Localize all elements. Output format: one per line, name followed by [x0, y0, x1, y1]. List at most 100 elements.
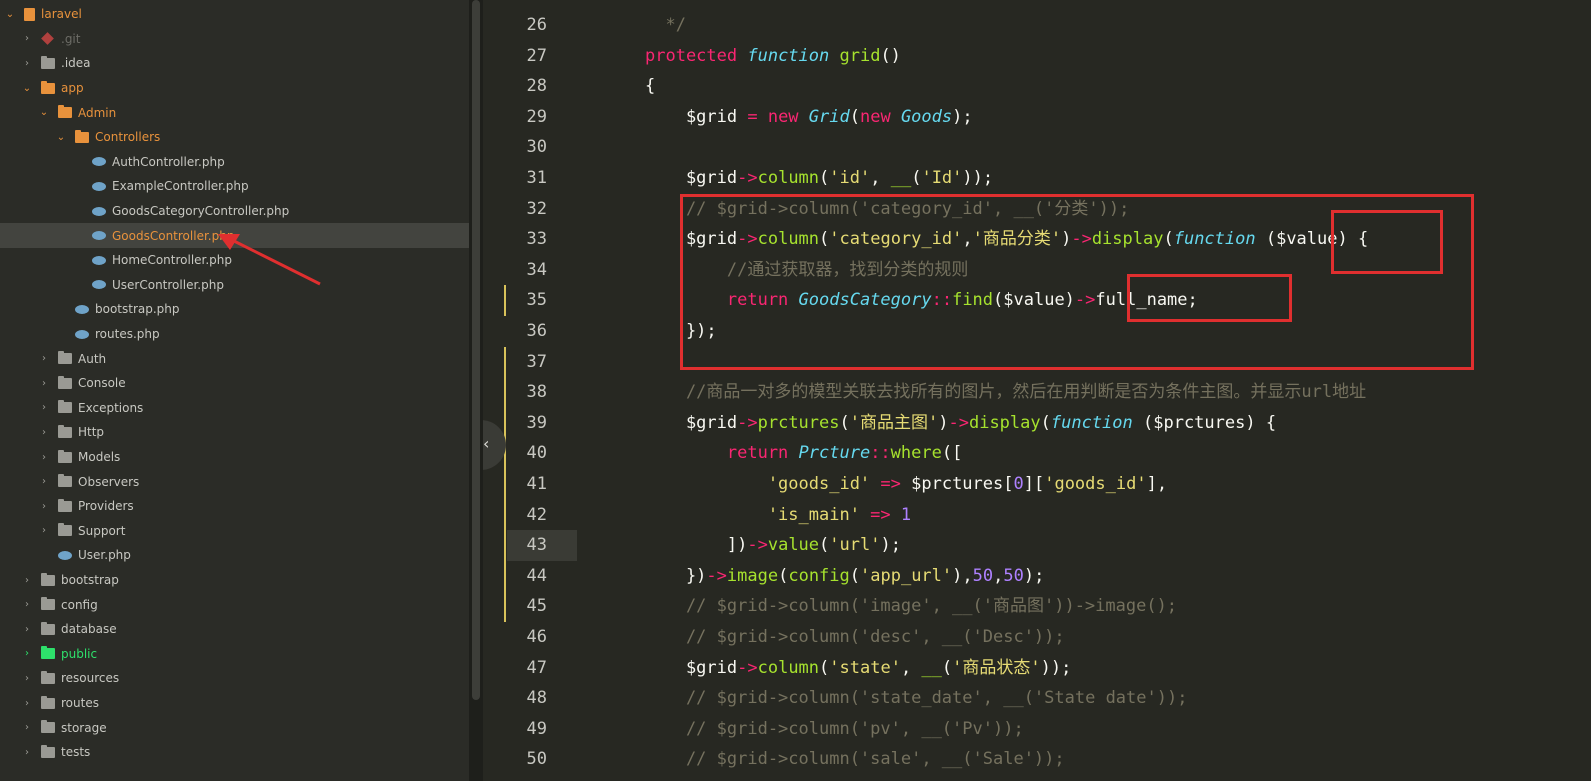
tree-item-providers[interactable]: › Providers	[0, 494, 469, 519]
code-token: 0	[1013, 474, 1024, 494]
tree-item-app[interactable]: ⌄ app	[0, 76, 469, 101]
code-line[interactable]: ])->value('url');	[645, 530, 901, 561]
tree-item-laravel[interactable]: ⌄ laravel	[0, 2, 469, 27]
code-token: = new	[747, 106, 809, 127]
chevron-right-icon[interactable]: ›	[21, 722, 33, 733]
tree-item-observers[interactable]: › Observers	[0, 469, 469, 494]
code-line[interactable]: {	[645, 71, 655, 102]
tree-item-examplecontroller-php[interactable]: ExampleController.php	[0, 174, 469, 199]
code-token: function	[747, 45, 840, 66]
tree-item-routes[interactable]: › routes	[0, 691, 469, 716]
code-token: 'state'	[829, 657, 901, 678]
code-token: '商品主图'	[849, 412, 939, 433]
tree-item-goodscategorycontroller-php[interactable]: GoodsCategoryController.php	[0, 199, 469, 224]
tree-item-resources[interactable]: › resources	[0, 666, 469, 691]
folder-icon	[58, 474, 72, 488]
code-line[interactable]: return Prcture::where([	[645, 438, 962, 469]
chevron-right-icon[interactable]: ›	[38, 427, 50, 438]
chevron-right-icon[interactable]: ›	[21, 575, 33, 586]
chevron-right-icon[interactable]: ›	[38, 476, 50, 487]
code-line[interactable]: // $grid->column('pv', __('Pv'));	[645, 714, 1024, 745]
folder-icon	[41, 572, 55, 586]
chevron-right-icon[interactable]: ›	[21, 673, 33, 684]
chevron-right-icon[interactable]: ›	[38, 501, 50, 512]
tree-item-controllers[interactable]: ⌄ Controllers	[0, 125, 469, 150]
code-token: (	[941, 657, 953, 678]
chevron-down-icon[interactable]: ⌄	[4, 9, 16, 20]
tree-item-routes-php[interactable]: routes.php	[0, 322, 469, 347]
chevron-right-icon[interactable]: ›	[21, 58, 33, 69]
tree-item-exceptions[interactable]: › Exceptions	[0, 396, 469, 421]
php-icon	[58, 550, 72, 560]
code-line[interactable]: $grid->prctures('商品主图')->display(functio…	[645, 408, 1276, 439]
chevron-down-icon[interactable]: ⌄	[38, 107, 50, 118]
chevron-right-icon[interactable]: ›	[38, 353, 50, 364]
code-token: column	[757, 657, 820, 678]
code-line[interactable]: //商品一对多的模型关联去找所有的图片，然后在用判断是否为条件主图。并显示url…	[645, 377, 1366, 408]
line-number: 42	[526, 504, 547, 525]
code-token: ->	[948, 412, 969, 433]
code-line[interactable]: // $grid->column('image', __('商品图'))->im…	[645, 591, 1177, 622]
chevron-down-icon[interactable]: ⌄	[21, 83, 33, 94]
tree-item-git[interactable]: › .git	[0, 27, 469, 52]
code-token: (	[778, 565, 789, 586]
code-line[interactable]: $grid->column('state', __('商品状态'));	[645, 653, 1071, 684]
code-line[interactable]: 'goods_id' => $prctures[0]['goods_id'],	[645, 469, 1167, 500]
tree-item-label: database	[61, 622, 117, 637]
tree-item-admin[interactable]: ⌄ Admin	[0, 100, 469, 125]
line-number: 28	[526, 76, 547, 97]
sidebar-scrollbar-thumb[interactable]	[472, 0, 480, 700]
code-line[interactable]: })->image(config('app_url'),50,50);	[645, 561, 1044, 592]
code-token: 'goods_id'	[1044, 474, 1147, 494]
chevron-right-icon[interactable]: ›	[21, 698, 33, 709]
tree-item-auth[interactable]: › Auth	[0, 346, 469, 371]
code-line[interactable]: // $grid->column('state_date', __('State…	[645, 683, 1188, 714]
code-token: 'Id'	[921, 168, 963, 188]
chevron-right-icon[interactable]: ›	[38, 452, 50, 463]
tree-item-config[interactable]: › config	[0, 592, 469, 617]
tree-item-user-php[interactable]: User.php	[0, 543, 469, 568]
tree-item-public[interactable]: › public	[0, 642, 469, 667]
line-number: 27	[526, 45, 547, 66]
chevron-right-icon[interactable]: ›	[21, 747, 33, 758]
chevron-right-icon[interactable]: ›	[38, 525, 50, 536]
chevron-right-icon[interactable]: ›	[21, 648, 33, 659]
chevron-right-icon[interactable]: ›	[21, 624, 33, 635]
chevron-right-icon[interactable]: ›	[38, 402, 50, 413]
tree-item-idea[interactable]: › .idea	[0, 51, 469, 76]
tree-item-tests[interactable]: › tests	[0, 740, 469, 765]
tree-item-http[interactable]: › Http	[0, 420, 469, 445]
php-icon	[92, 231, 106, 241]
folder-icon	[75, 129, 89, 143]
chevron-right-icon[interactable]: ›	[21, 599, 33, 610]
code-editor[interactable]: 26 27 28 29 30 31 32 33 34 35 36 37 38 39 40 41 42 43 44 45…	[483, 0, 1591, 781]
tree-item-models[interactable]: › Models	[0, 445, 469, 470]
tree-item-label: .idea	[61, 56, 91, 71]
code-line[interactable]: protected function grid()	[645, 41, 901, 72]
tree-item-bootstrap[interactable]: › bootstrap	[0, 568, 469, 593]
code-line[interactable]: */	[645, 10, 685, 41]
code-token: column	[757, 168, 820, 188]
code-token: })	[645, 565, 707, 586]
chevron-down-icon[interactable]: ⌄	[55, 132, 67, 143]
tree-item-label: routes.php	[95, 327, 160, 342]
code-line[interactable]: $grid->column('id', __('Id'));	[645, 163, 993, 194]
tree-item-storage[interactable]: › storage	[0, 715, 469, 740]
tree-item-label: AuthController.php	[112, 154, 225, 169]
tree-item-authcontroller-php[interactable]: AuthController.php	[0, 150, 469, 175]
tree-item-support[interactable]: › Support	[0, 519, 469, 544]
code-line[interactable]: 'is_main' => 1	[645, 500, 911, 531]
chevron-right-icon[interactable]: ›	[38, 378, 50, 389]
sidebar-scrollbar[interactable]	[469, 0, 483, 781]
code-line[interactable]: $grid = new Grid(new Goods);	[645, 102, 973, 133]
chevron-right-icon[interactable]: ›	[21, 33, 33, 44]
line-number: 49	[526, 718, 547, 739]
line-number: 37	[526, 351, 547, 372]
code-line[interactable]: // $grid->column('desc', __('Desc'));	[645, 622, 1065, 653]
code-token: 'id'	[829, 168, 871, 188]
tree-item-database[interactable]: › database	[0, 617, 469, 642]
code-token: 50	[1003, 565, 1024, 586]
tree-item-console[interactable]: › Console	[0, 371, 469, 396]
tree-item-bootstrap-php[interactable]: bootstrap.php	[0, 297, 469, 322]
code-line[interactable]: // $grid->column('sale', __('Sale'));	[645, 744, 1065, 775]
